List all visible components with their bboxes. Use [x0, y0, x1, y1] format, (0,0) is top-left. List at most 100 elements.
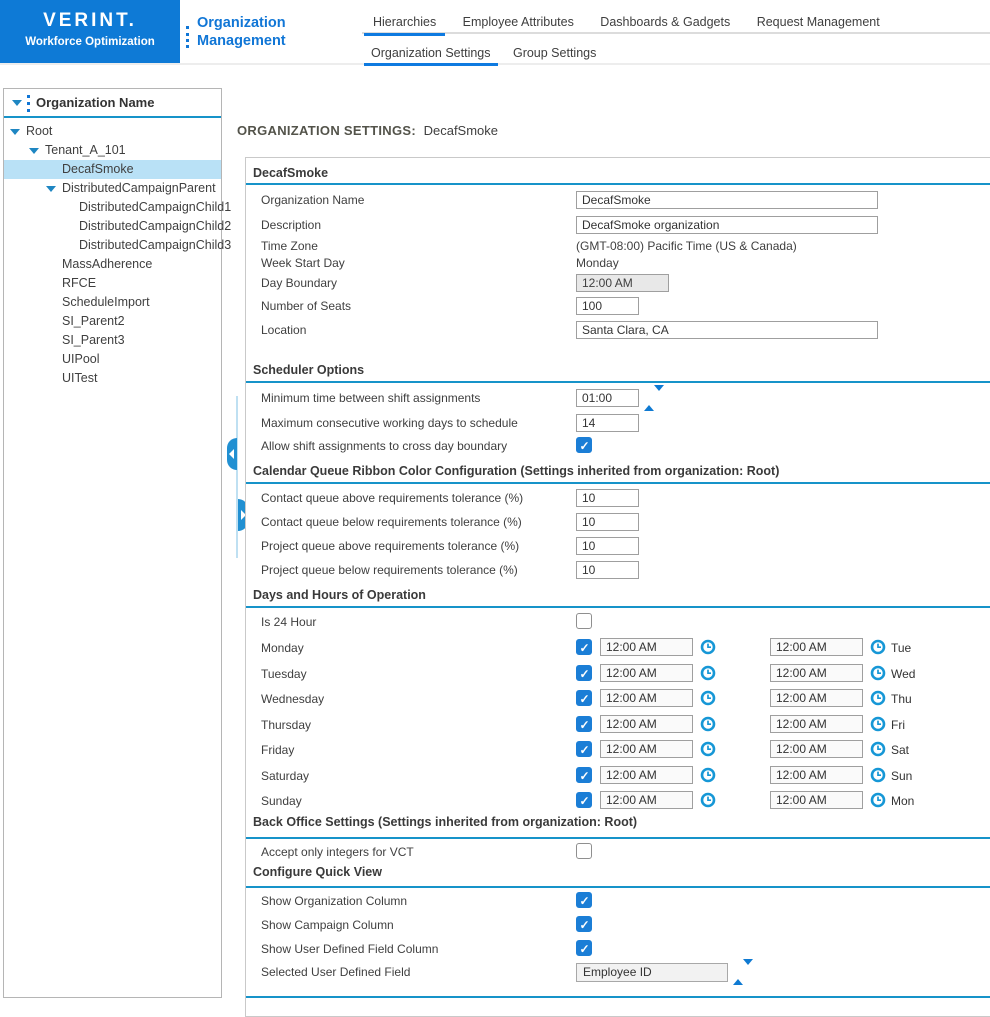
friday-start-time-input[interactable]: [600, 740, 693, 758]
tree-item-si-parent2[interactable]: SI_Parent2: [4, 312, 221, 331]
sunday-end-time-input[interactable]: [770, 791, 863, 809]
tree-item-decafsmoke[interactable]: DecafSmoke: [4, 160, 221, 179]
tree-item-si-parent3[interactable]: SI_Parent3: [4, 331, 221, 350]
tree-item-scheduleimport[interactable]: ScheduleImport: [4, 293, 221, 312]
stepper-down-icon[interactable]: [743, 959, 753, 979]
selected-udf-stepper[interactable]: [733, 963, 753, 979]
saturday-end-time-input[interactable]: [770, 766, 863, 784]
clock-icon[interactable]: [870, 690, 886, 706]
expand-icon[interactable]: [46, 186, 56, 192]
clock-icon[interactable]: [700, 716, 716, 732]
field-min-time-between-shifts: Minimum time between shift assignments: [261, 389, 990, 409]
main-tab-bar: Hierarchies Employee Attributes Dashboar…: [362, 13, 990, 34]
clock-icon[interactable]: [870, 741, 886, 757]
expand-icon[interactable]: [10, 129, 20, 135]
module-grip-icon: [186, 26, 189, 48]
tree-item-rfce[interactable]: RFCE: [4, 274, 221, 293]
clock-icon[interactable]: [870, 792, 886, 808]
wednesday-start-time-input[interactable]: [600, 689, 693, 707]
show-organization-column-checkbox[interactable]: [576, 892, 592, 908]
tab-request-management[interactable]: Request Management: [746, 13, 891, 34]
subtab-group-settings[interactable]: Group Settings: [504, 45, 605, 64]
show-campaign-column-checkbox[interactable]: [576, 916, 592, 932]
contact-above-tolerance-input[interactable]: [576, 489, 639, 507]
tree-item-distributedcampaignchild3[interactable]: DistributedCampaignChild3: [4, 236, 221, 255]
stepper-up-icon[interactable]: [644, 391, 654, 411]
wednesday-checkbox[interactable]: [576, 690, 592, 706]
clock-icon[interactable]: [870, 639, 886, 655]
collapse-panel-button[interactable]: [227, 438, 237, 470]
tree-header-dropdown-icon[interactable]: [12, 100, 22, 106]
field-contact-above-tolerance: Contact queue above requirements toleran…: [261, 489, 990, 509]
subtab-organization-settings[interactable]: Organization Settings: [362, 45, 500, 64]
tree-item-list: Root Tenant_A_101 DecafSmoke Distributed…: [4, 118, 221, 388]
description-input[interactable]: [576, 216, 878, 234]
stepper-up-icon[interactable]: [733, 965, 743, 985]
section-underline: [246, 381, 990, 383]
is-24-hour-checkbox[interactable]: [576, 613, 592, 629]
tree-item-uitest[interactable]: UITest: [4, 369, 221, 388]
clock-icon[interactable]: [870, 767, 886, 783]
organization-name-input[interactable]: [576, 191, 878, 209]
wednesday-end-time-input[interactable]: [770, 689, 863, 707]
contact-below-tolerance-input[interactable]: [576, 513, 639, 531]
min-time-stepper[interactable]: [644, 389, 664, 405]
end-day-label: Thu: [891, 692, 912, 706]
tree-item-distributedcampaignchild2[interactable]: DistributedCampaignChild2: [4, 217, 221, 236]
section-underline: [246, 183, 990, 185]
day-row-tuesday: Tuesday Wed: [261, 664, 990, 686]
clock-icon[interactable]: [700, 639, 716, 655]
thursday-end-time-input[interactable]: [770, 715, 863, 733]
monday-checkbox[interactable]: [576, 639, 592, 655]
min-time-input[interactable]: [576, 389, 639, 407]
field-organization-name: Organization Name: [261, 191, 990, 211]
cross-day-boundary-checkbox[interactable]: [576, 437, 592, 453]
monday-end-time-input[interactable]: [770, 638, 863, 656]
location-input[interactable]: [576, 321, 878, 339]
tuesday-checkbox[interactable]: [576, 665, 592, 681]
tree-item-tenant[interactable]: Tenant_A_101: [4, 141, 221, 160]
show-udf-column-checkbox[interactable]: [576, 940, 592, 956]
clock-icon[interactable]: [700, 767, 716, 783]
tree-item-uipool[interactable]: UIPool: [4, 350, 221, 369]
tree-item-distributedcampaignchild1[interactable]: DistributedCampaignChild1: [4, 198, 221, 217]
saturday-start-time-input[interactable]: [600, 766, 693, 784]
thursday-checkbox[interactable]: [576, 716, 592, 732]
accept-integers-vct-checkbox[interactable]: [576, 843, 592, 859]
tab-dashboards-gadgets[interactable]: Dashboards & Gadgets: [589, 13, 741, 34]
clock-icon[interactable]: [870, 665, 886, 681]
tuesday-start-time-input[interactable]: [600, 664, 693, 682]
expand-icon[interactable]: [29, 148, 39, 154]
tree-item-distributedcampaignparent[interactable]: DistributedCampaignParent: [4, 179, 221, 198]
tab-hierarchies[interactable]: Hierarchies: [362, 13, 447, 34]
project-above-tolerance-input[interactable]: [576, 537, 639, 555]
stepper-down-icon[interactable]: [654, 385, 664, 405]
tree-header[interactable]: Organization Name: [4, 89, 221, 118]
selected-udf-dropdown[interactable]: Employee ID: [576, 963, 728, 982]
tree-item-massadherence[interactable]: MassAdherence: [4, 255, 221, 274]
tab-employee-attributes[interactable]: Employee Attributes: [452, 13, 585, 34]
project-below-tolerance-input[interactable]: [576, 561, 639, 579]
monday-start-time-input[interactable]: [600, 638, 693, 656]
tuesday-end-time-input[interactable]: [770, 664, 863, 682]
field-is-24-hour: Is 24 Hour: [261, 613, 990, 633]
clock-icon[interactable]: [700, 690, 716, 706]
field-description: Description: [261, 216, 990, 236]
saturday-checkbox[interactable]: [576, 767, 592, 783]
max-consecutive-days-input[interactable]: [576, 414, 639, 432]
sunday-start-time-input[interactable]: [600, 791, 693, 809]
panel-splitter[interactable]: [236, 396, 238, 558]
friday-end-time-input[interactable]: [770, 740, 863, 758]
clock-icon[interactable]: [700, 792, 716, 808]
friday-checkbox[interactable]: [576, 741, 592, 757]
clock-icon[interactable]: [700, 741, 716, 757]
clock-icon[interactable]: [700, 665, 716, 681]
field-week-start-day: Week Start Day Monday: [261, 254, 990, 274]
number-of-seats-input[interactable]: [576, 297, 639, 315]
tree-item-root[interactable]: Root: [4, 122, 221, 141]
module-title: Organization Management: [197, 14, 286, 50]
thursday-start-time-input[interactable]: [600, 715, 693, 733]
time-zone-value: (GMT-08:00) Pacific Time (US & Canada): [576, 239, 797, 253]
sunday-checkbox[interactable]: [576, 792, 592, 808]
clock-icon[interactable]: [870, 716, 886, 732]
